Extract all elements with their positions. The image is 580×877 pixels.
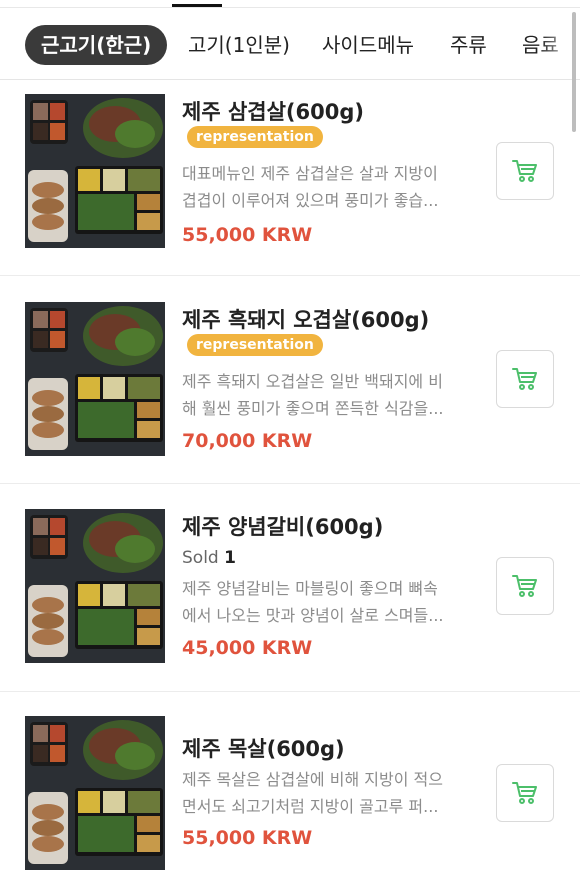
menu-item-photo	[25, 94, 165, 248]
tab-liquor[interactable]: 주류	[434, 25, 503, 65]
add-to-cart-button[interactable]	[496, 350, 554, 408]
description-line: 면서도 쇠고기처럼 지방이 골고루 퍼...	[182, 797, 439, 816]
menu-item-photo	[25, 716, 165, 870]
top-divider	[0, 0, 580, 8]
menu-item-photo	[25, 509, 165, 663]
representation-badge: representation	[187, 334, 323, 356]
top-indicator	[172, 4, 222, 7]
menu-item[interactable]: 제주 목살(600g) 제주 목살은 삼겹살에 비해 지방이 적으 면서도 쇠고…	[0, 692, 580, 877]
menu-item[interactable]: 제주 양념갈비(600g) Sold 1 제주 양념갈비는 마블링이 좋으며 뼈…	[0, 484, 580, 692]
category-tabs: 근고기(한근) 고기(1인분) 사이드메뉴 주류 음료	[0, 8, 580, 80]
sold-number: 1	[224, 548, 236, 568]
menu-item-title: 제주 삼겹살(600g)	[182, 100, 364, 124]
description-line: 제주 목살은 삼겹살에 비해 지방이 적으	[182, 770, 443, 789]
menu-item-price: 55,000 KRW	[182, 224, 313, 246]
description-line: 제주 흑돼지 오겹살은 일반 백돼지에 비	[182, 372, 443, 391]
menu-item-price: 70,000 KRW	[182, 430, 313, 452]
sold-label: Sold	[182, 548, 219, 568]
description-line: 해 훨씬 풍미가 좋으며 쫀득한 식감을...	[182, 399, 444, 418]
shopping-cart-icon	[512, 782, 537, 804]
menu-item-description: 제주 양념갈비는 마블링이 좋으며 뼈속 에서 나오는 맛과 양념이 살로 스며…	[182, 575, 472, 629]
menu-item-description: 제주 흑돼지 오겹살은 일반 백돼지에 비 해 훨씬 풍미가 좋으며 쫀득한 식…	[182, 368, 472, 422]
menu-item-title: 제주 양념갈비(600g)	[182, 515, 384, 539]
description-line: 제주 양념갈비는 마블링이 좋으며 뼈속	[182, 579, 438, 598]
menu-item-price: 55,000 KRW	[182, 827, 313, 849]
description-line: 대표메뉴인 제주 삼겹살은 살과 지방이	[182, 164, 438, 183]
menu-item-price: 45,000 KRW	[182, 637, 313, 659]
menu-item-photo	[25, 302, 165, 456]
menu-item-title: 제주 목살(600g)	[182, 737, 345, 761]
description-line: 에서 나오는 맛과 양념이 살로 스며들...	[182, 606, 444, 625]
tab-side-menu[interactable]: 사이드메뉴	[306, 25, 430, 65]
add-to-cart-button[interactable]	[496, 142, 554, 200]
representation-badge: representation	[187, 126, 323, 148]
description-line: 겹겹이 이루어져 있으며 풍미가 좋습...	[182, 191, 439, 210]
sold-count: Sold 1	[182, 548, 236, 568]
add-to-cart-button[interactable]	[496, 764, 554, 822]
menu-item[interactable]: 제주 삼겹살(600g) representation 대표메뉴인 제주 삼겹살…	[0, 80, 580, 276]
shopping-cart-icon	[512, 368, 537, 390]
shopping-cart-icon	[512, 575, 537, 597]
menu-item-title: 제주 흑돼지 오겹살(600g)	[182, 308, 430, 332]
add-to-cart-button[interactable]	[496, 557, 554, 615]
menu-item-description: 대표메뉴인 제주 삼겹살은 살과 지방이 겹겹이 이루어져 있으며 풍미가 좋습…	[182, 160, 472, 214]
menu-item[interactable]: 제주 흑돼지 오겹살(600g) representation 제주 흑돼지 오…	[0, 276, 580, 484]
tab-beef-half[interactable]: 근고기(한근)	[25, 25, 168, 65]
menu-item-description: 제주 목살은 삼겹살에 비해 지방이 적으 면서도 쇠고기처럼 지방이 골고루 …	[182, 766, 472, 820]
shopping-cart-icon	[512, 160, 537, 182]
tab-meat-single[interactable]: 고기(1인분)	[172, 25, 306, 65]
